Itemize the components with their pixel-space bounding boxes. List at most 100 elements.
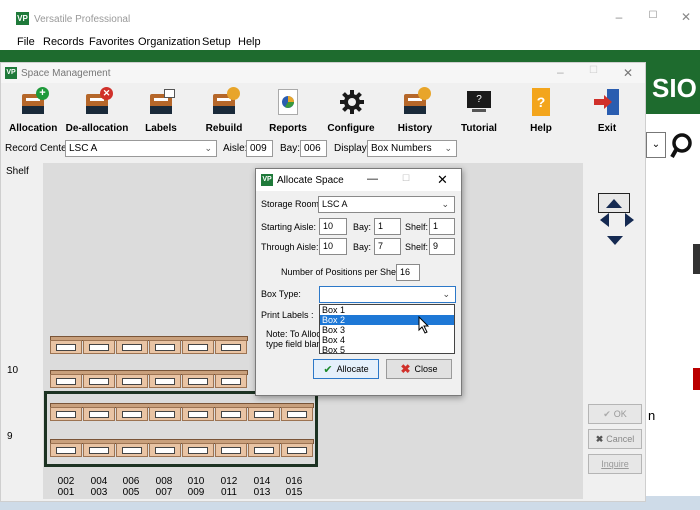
menu-setup[interactable]: Setup <box>202 36 231 48</box>
positions-per-shelf-field[interactable]: 16 <box>396 264 420 281</box>
chevron-down-icon[interactable]: ⌄ <box>646 132 666 158</box>
nav-right-button[interactable] <box>618 211 640 229</box>
close-button[interactable]: ✖ Close <box>386 359 452 379</box>
minimize-icon[interactable]: – <box>557 65 564 79</box>
nav-up-button[interactable] <box>598 193 630 213</box>
exit-button[interactable]: Exit <box>589 85 625 134</box>
box-label-tag <box>89 378 109 385</box>
axis-top-label: 012 <box>220 476 238 487</box>
chevron-down-icon: ⌄ <box>441 199 449 209</box>
starting-aisle-label: Starting Aisle: <box>261 222 317 232</box>
aisle-field[interactable]: 009 <box>246 140 273 157</box>
starting-aisle-field[interactable]: 10 <box>319 218 347 235</box>
box-type-option[interactable]: Box 3 <box>320 325 454 335</box>
storage-box[interactable] <box>50 340 82 354</box>
box-label-tag <box>89 344 109 351</box>
background-text: n <box>648 408 656 423</box>
close-icon[interactable]: ✕ <box>437 172 448 188</box>
reports-button[interactable]: Reports <box>265 85 311 134</box>
axis-bottom-label: 011 <box>221 487 237 498</box>
storage-box[interactable] <box>182 374 214 388</box>
storage-box[interactable] <box>149 340 181 354</box>
configure-button[interactable]: Configure <box>327 85 375 134</box>
storage-box[interactable] <box>149 374 181 388</box>
nav-left-button[interactable] <box>593 211 615 229</box>
minimize-icon[interactable]: — <box>367 173 378 185</box>
inquire-button[interactable]: Inquire <box>588 454 642 474</box>
de-allocation-label: De-allocation <box>65 123 129 134</box>
rebuild-button[interactable]: Rebuild <box>201 85 247 134</box>
box-type-select[interactable]: ⌄ <box>319 286 456 303</box>
search-icon[interactable] <box>670 132 698 160</box>
ok-button[interactable]: ✔ OK <box>588 404 642 424</box>
cancel-button[interactable]: ✖ Cancel <box>588 429 642 449</box>
menu-organization[interactable]: Organization <box>138 36 200 48</box>
storage-box[interactable] <box>83 374 115 388</box>
maximize-icon[interactable]: ☐ <box>589 65 598 76</box>
axis-bottom-label: 013 <box>253 487 271 498</box>
de-allocation-button[interactable]: ✕ De-allocation <box>65 85 129 134</box>
storage-box[interactable] <box>50 374 82 388</box>
starting-shelf-field[interactable]: 1 <box>429 218 455 235</box>
close-label: Close <box>414 364 438 374</box>
through-shelf-label: Shelf: <box>405 242 429 252</box>
help-button[interactable]: ? Help <box>523 85 559 134</box>
storage-box[interactable] <box>116 340 148 354</box>
box-type-option[interactable]: Box 5 <box>320 345 454 355</box>
history-button[interactable]: History <box>395 85 435 134</box>
tutorial-button[interactable]: ? Tutorial <box>457 85 501 134</box>
maximize-icon[interactable]: ☐ <box>402 173 410 184</box>
menu-file[interactable]: File <box>17 36 35 48</box>
menu-help[interactable]: Help <box>238 36 261 48</box>
arrow-down-icon <box>607 235 623 245</box>
bay-field[interactable]: 006 <box>300 140 327 157</box>
labels-label: Labels <box>145 123 177 134</box>
reports-icon <box>271 85 305 119</box>
box-type-option[interactable]: Box 1 <box>320 305 454 315</box>
display-label: Display: <box>334 143 370 154</box>
allocate-label: Allocate <box>336 364 369 374</box>
allocate-button[interactable]: ✔ Allocate <box>313 359 379 379</box>
allocation-button[interactable]: + Allocation <box>9 85 57 134</box>
box-type-option-highlighted[interactable]: Box 2 <box>320 315 454 325</box>
through-bay-field[interactable]: 7 <box>374 238 401 255</box>
storage-box[interactable] <box>215 340 247 354</box>
close-icon[interactable]: ✕ <box>623 66 633 80</box>
menu-favorites[interactable]: Favorites <box>89 36 134 48</box>
display-select[interactable]: Box Numbers ⌄ <box>367 140 457 157</box>
mouse-cursor-icon <box>418 316 430 334</box>
storage-box[interactable] <box>182 340 214 354</box>
through-shelf-field[interactable]: 9 <box>429 238 455 255</box>
box-label-tag <box>188 344 208 351</box>
through-aisle-label: Through Aisle: <box>261 242 319 252</box>
minimize-icon[interactable]: – <box>612 10 626 24</box>
through-aisle-field[interactable]: 10 <box>319 238 347 255</box>
maximize-icon[interactable]: ☐ <box>646 10 660 21</box>
storage-box[interactable] <box>215 374 247 388</box>
storage-room-select[interactable]: LSC A ⌄ <box>318 196 455 213</box>
box-label-tag <box>56 378 76 385</box>
brand-banner: SIO <box>646 62 700 114</box>
axis-bottom-label: 001 <box>57 487 75 498</box>
record-center-value: LSC A <box>69 143 98 154</box>
box-type-option[interactable]: Box 4 <box>320 335 454 345</box>
background-fragment <box>693 244 700 274</box>
storage-box[interactable] <box>83 340 115 354</box>
aisle-label: Aisle: <box>223 143 248 154</box>
allocate-space-dialog: VP Allocate Space — ☐ ✕ Storage Room: LS… <box>255 168 462 396</box>
starting-bay-field[interactable]: 1 <box>374 218 401 235</box>
close-icon[interactable]: ✕ <box>679 10 693 24</box>
note-line-2: type field blan <box>266 339 322 349</box>
box-label-tag <box>221 378 241 385</box>
record-center-select[interactable]: LSC A ⌄ <box>65 140 217 157</box>
box-label-tag <box>155 378 175 385</box>
note-line-1: Note: To Alloca <box>266 329 326 339</box>
background-fragment <box>693 368 700 390</box>
background-search: ⌄ <box>646 130 700 160</box>
storage-box[interactable] <box>116 374 148 388</box>
nav-down-button[interactable] <box>604 231 626 249</box>
box-label-tag <box>56 344 76 351</box>
help-icon: ? <box>524 85 558 119</box>
menu-records[interactable]: Records <box>43 36 84 48</box>
labels-button[interactable]: Labels <box>141 85 181 134</box>
